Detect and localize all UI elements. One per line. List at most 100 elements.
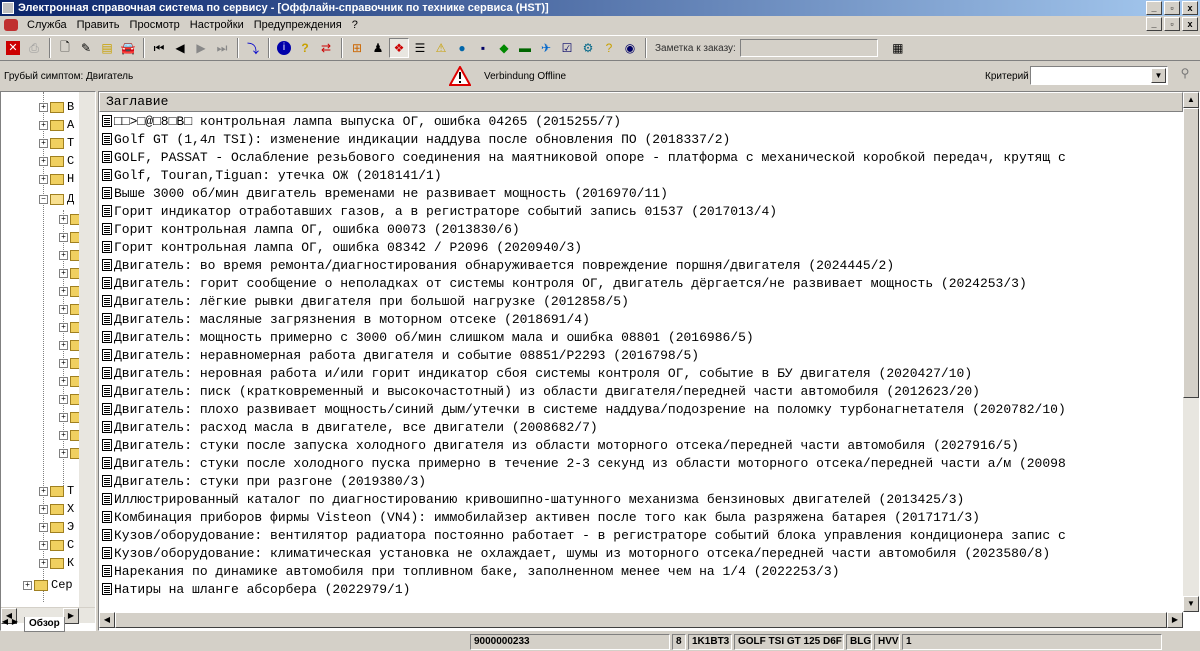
collapse-icon[interactable]: − xyxy=(39,194,48,204)
list-item[interactable]: Иллюстрированный каталог по диагностиров… xyxy=(99,490,1183,508)
list-item[interactable]: Двигатель: лёгкие рывки двигателя при бо… xyxy=(99,292,1183,310)
repair-icon[interactable]: ⚙ xyxy=(578,38,598,58)
tree-item[interactable]: + Х xyxy=(39,500,74,518)
edit-document-icon[interactable]: ✎ xyxy=(76,38,96,58)
tree-item[interactable]: + Сер xyxy=(23,576,73,594)
scroll-right-icon[interactable]: ▶ xyxy=(1167,612,1183,628)
swap-icon[interactable]: ⇄ xyxy=(316,38,336,58)
tree-item[interactable]: + С xyxy=(39,536,74,554)
list-item[interactable]: Двигатель: неровная работа и/или горит и… xyxy=(99,364,1183,382)
tree-item[interactable]: + Т xyxy=(39,134,74,152)
list-item[interactable]: Двигатель: масляные загрязнения в моторн… xyxy=(99,310,1183,328)
expand-icon[interactable]: + xyxy=(39,120,48,130)
expand-icon[interactable]: + xyxy=(39,558,48,568)
tab-next-icon[interactable]: ▶ xyxy=(10,617,20,631)
list-item[interactable]: Двигатель: мощность примерно с 3000 об/м… xyxy=(99,328,1183,346)
expand-icon[interactable]: + xyxy=(59,268,68,278)
tab-prev-icon[interactable]: ◀ xyxy=(0,617,10,631)
column-header-title[interactable]: Заглавие xyxy=(99,92,1183,112)
expand-icon[interactable]: + xyxy=(39,174,48,184)
globe-icon[interactable]: ● xyxy=(452,38,472,58)
menu-warnings[interactable]: Предупреждения xyxy=(249,19,347,31)
scroll-thumb[interactable] xyxy=(1183,108,1199,398)
scroll-down-icon[interactable]: ▼ xyxy=(1183,596,1199,612)
expand-icon[interactable]: + xyxy=(59,250,68,260)
list-icon[interactable]: ☰ xyxy=(410,38,430,58)
list-item[interactable]: Двигатель: стуки при разгоне (2019380/3) xyxy=(99,472,1183,490)
print-icon[interactable]: ⎙ xyxy=(24,38,44,58)
minimize-button[interactable]: _ xyxy=(1146,1,1162,15)
tree-item[interactable]: + К xyxy=(39,554,74,572)
list-item[interactable]: Двигатель: расход масла в двигателе, все… xyxy=(99,418,1183,436)
list-item[interactable]: Двигатель: стуки после запуска холодного… xyxy=(99,436,1183,454)
tree-vertical-scrollbar[interactable] xyxy=(79,92,95,607)
expand-icon[interactable]: + xyxy=(59,430,68,440)
list-item[interactable]: Кузов/оборудование: климатическая устано… xyxy=(99,544,1183,562)
note-edit-icon[interactable]: ▦ xyxy=(888,38,908,58)
tab-overview[interactable]: Обзор xyxy=(24,616,65,632)
first-icon[interactable]: ⏮ xyxy=(149,38,169,58)
green-book-icon[interactable]: ◆ xyxy=(494,38,514,58)
expand-icon[interactable]: + xyxy=(39,522,48,532)
expand-icon[interactable]: + xyxy=(59,412,68,422)
jump-icon[interactable]: ⤵ xyxy=(243,38,263,58)
list-item[interactable]: Golf, Touran,Tiguan: утечка ОЖ (2018141/… xyxy=(99,166,1183,184)
query-icon[interactable]: ? xyxy=(599,38,619,58)
tree-item[interactable]: + Э xyxy=(39,518,74,536)
list-horizontal-scrollbar[interactable]: ◀ ▶ xyxy=(99,612,1183,628)
new-document-icon[interactable]: 🗋 xyxy=(55,38,75,58)
warning-icon[interactable]: ⚠ xyxy=(431,38,451,58)
list-item[interactable]: Двигатель: неравномерная работа двигател… xyxy=(99,346,1183,364)
list-item[interactable]: Двигатель: писк (кратковременный и высок… xyxy=(99,382,1183,400)
list-item[interactable]: Комбинация приборов фирмы Visteon (VN4):… xyxy=(99,508,1183,526)
expand-icon[interactable]: + xyxy=(59,232,68,242)
grid-icon[interactable]: ⊞ xyxy=(347,38,367,58)
next-icon[interactable]: ▶ xyxy=(191,38,211,58)
close-button[interactable]: x xyxy=(1182,1,1198,15)
scroll-thumb[interactable] xyxy=(115,612,1167,628)
expand-icon[interactable]: + xyxy=(39,138,48,148)
mdi-restore-button[interactable]: ▫ xyxy=(1164,17,1180,31)
list-item[interactable]: Горит индикатор отработавших газов, а в … xyxy=(99,202,1183,220)
menu-service[interactable]: Служба xyxy=(22,19,72,31)
menu-view[interactable]: Просмотр xyxy=(125,19,185,31)
expand-icon[interactable]: + xyxy=(23,580,32,590)
expand-icon[interactable]: + xyxy=(39,156,48,166)
expand-icon[interactable]: + xyxy=(59,340,68,350)
help-icon[interactable]: ? xyxy=(295,38,315,58)
list-item[interactable]: Двигатель: во время ремонта/диагностиров… xyxy=(99,256,1183,274)
settings-disc-icon[interactable]: ◉ xyxy=(620,38,640,58)
menu-help[interactable]: ? xyxy=(347,19,363,31)
list-item[interactable]: Натиры на шланге абсорбера (2022979/1) xyxy=(99,580,1183,598)
list-item[interactable]: Golf GT (1,4л TSI): изменение индикации … xyxy=(99,130,1183,148)
list-item[interactable]: Двигатель: плохо развивает мощность/сини… xyxy=(99,400,1183,418)
cancel-icon[interactable]: ✕ xyxy=(3,38,23,58)
menu-settings[interactable]: Настройки xyxy=(185,19,249,31)
info-icon[interactable]: i xyxy=(274,38,294,58)
list-item[interactable]: Двигатель: горит сообщение о неполадках … xyxy=(99,274,1183,292)
tree-item[interactable]: − Д xyxy=(39,190,74,208)
mdi-close-button[interactable]: x xyxy=(1182,17,1198,31)
expand-icon[interactable]: + xyxy=(59,448,68,458)
expand-icon[interactable]: + xyxy=(39,540,48,550)
previous-icon[interactable]: ◀ xyxy=(170,38,190,58)
expand-icon[interactable]: + xyxy=(59,214,68,224)
car-icon[interactable]: ▬ xyxy=(515,38,535,58)
person-icon[interactable]: ♟ xyxy=(368,38,388,58)
doc-window-icon[interactable] xyxy=(4,19,18,31)
menu-edit[interactable]: Править xyxy=(72,19,125,31)
expand-icon[interactable]: + xyxy=(59,358,68,368)
expand-icon[interactable]: + xyxy=(59,304,68,314)
tree-item[interactable]: + Т xyxy=(39,482,74,500)
tree-item[interactable]: + А xyxy=(39,116,74,134)
expand-icon[interactable]: + xyxy=(59,322,68,332)
scroll-left-icon[interactable]: ◀ xyxy=(99,612,115,628)
tree-item[interactable]: + Н xyxy=(39,170,74,188)
mdi-minimize-button[interactable]: _ xyxy=(1146,17,1162,31)
expand-icon[interactable]: + xyxy=(39,486,48,496)
expand-icon[interactable]: + xyxy=(39,102,48,112)
maximize-button[interactable]: ▫ xyxy=(1164,1,1180,15)
criteria-filter-icon[interactable]: ⚲ xyxy=(1174,66,1196,86)
list-item[interactable]: Горит контрольная лампа ОГ, ошибка 00073… xyxy=(99,220,1183,238)
tree-item[interactable]: + В xyxy=(39,98,74,116)
